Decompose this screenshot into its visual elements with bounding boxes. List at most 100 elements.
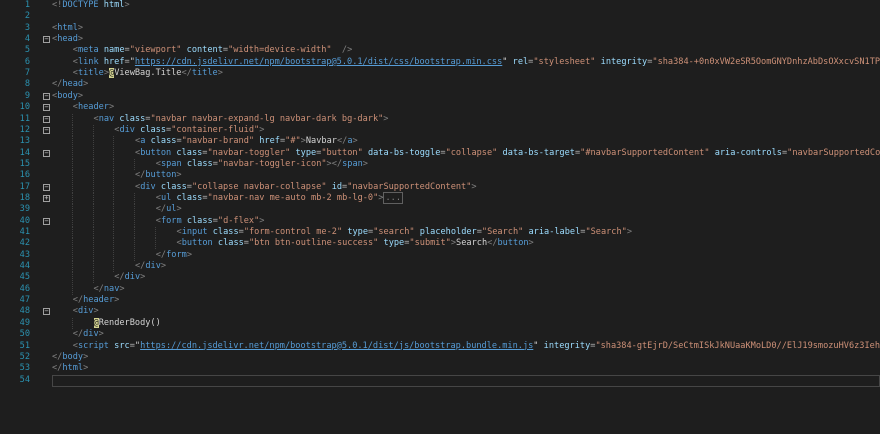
code-line[interactable]: 47 </header>: [0, 295, 880, 306]
line-number: 43: [19, 249, 30, 260]
code-editor[interactable]: 1 <!DOCTYPE html> 2 3 <html> 4− <head> 5 <meta …: [0, 0, 880, 434]
code-text[interactable]: </nav>: [52, 284, 125, 295]
code-text[interactable]: <html>: [52, 23, 83, 34]
collapse-fold-icon[interactable]: −: [43, 92, 50, 100]
code-line[interactable]: 16 </button>: [0, 170, 880, 182]
line-number: 18: [19, 192, 30, 203]
code-text[interactable]: <div>: [52, 306, 99, 317]
collapse-fold-icon[interactable]: −: [43, 126, 50, 134]
code-line[interactable]: 40 − <form class="d-flex">: [0, 215, 880, 227]
collapse-fold-icon[interactable]: −: [43, 104, 50, 112]
code-text[interactable]: </form>: [52, 250, 192, 261]
line-number: 10: [19, 102, 30, 113]
code-text[interactable]: <ul class="navbar-nav me-auto mb-2 mb-lg…: [52, 191, 404, 204]
line-number: 39: [19, 204, 30, 215]
code-line[interactable]: 48 − <div>: [0, 306, 880, 317]
code-line[interactable]: 8 </head>: [0, 79, 880, 90]
code-text[interactable]: <nav class="navbar navbar-expand-lg navb…: [52, 114, 389, 125]
code-line[interactable]: 6 <link href="https://cdn.jsdelivr.net/n…: [0, 57, 880, 68]
code-line[interactable]: 5 <meta name="viewport" content="width=d…: [0, 45, 880, 56]
code-text[interactable]: @RenderBody(): [52, 317, 161, 329]
line-number: 40: [19, 215, 30, 226]
collapse-fold-icon[interactable]: −: [43, 36, 50, 44]
code-line[interactable]: 10 − <header>: [0, 102, 880, 113]
code-line[interactable]: 50 </div>: [0, 329, 880, 340]
code-line[interactable]: 39 </ul>: [0, 204, 880, 216]
code-text[interactable]: <!DOCTYPE html>: [52, 0, 130, 11]
code-line[interactable]: 43 </form>: [0, 249, 880, 261]
line-number: 46: [19, 283, 30, 294]
code-text[interactable]: </ul>: [52, 204, 182, 215]
current-line-highlight: [52, 374, 880, 387]
code-line[interactable]: 18 + <ul class="navbar-nav me-auto mb-2 m…: [0, 191, 880, 204]
code-line[interactable]: 41 <input class="form-control me-2" type…: [0, 227, 880, 238]
code-text[interactable]: </body>: [52, 352, 88, 363]
code-text[interactable]: <div class="container-fluid">: [52, 125, 264, 136]
code-line[interactable]: 12 − <div class="container-fluid">: [0, 124, 880, 136]
code-line[interactable]: 4 − <head>: [0, 34, 880, 45]
line-number: 44: [19, 261, 30, 272]
code-line[interactable]: 54: [0, 374, 880, 387]
code-text[interactable]: <meta name="viewport" content="width=dev…: [52, 45, 353, 56]
collapse-fold-icon[interactable]: −: [43, 183, 50, 191]
code-text[interactable]: <span class="navbar-toggler-icon"></span…: [52, 159, 368, 170]
line-number: 17: [19, 181, 30, 192]
code-line[interactable]: 52 </body>: [0, 352, 880, 363]
code-text[interactable]: </div>: [52, 329, 104, 340]
code-line[interactable]: 1 <!DOCTYPE html>: [0, 0, 880, 11]
line-number: 13: [19, 136, 30, 147]
code-line[interactable]: 53 </html>: [0, 363, 880, 374]
code-line[interactable]: 2: [0, 11, 880, 22]
code-text[interactable]: <input class="form-control me-2" type="s…: [52, 227, 633, 238]
line-number: 8: [24, 79, 30, 90]
code-text[interactable]: <script src="https://cdn.jsdelivr.net/np…: [52, 341, 880, 352]
line-number: 41: [19, 227, 30, 237]
line-number: 2: [24, 11, 30, 22]
code-text[interactable]: </header>: [52, 295, 120, 306]
collapse-fold-icon[interactable]: −: [43, 308, 50, 316]
code-line[interactable]: 3 <html>: [0, 23, 880, 34]
code-text[interactable]: <div class="collapse navbar-collapse" id…: [52, 182, 477, 193]
code-line[interactable]: 17 − <div class="collapse navbar-collapse…: [0, 181, 880, 193]
line-number: 50: [19, 329, 30, 340]
code-text[interactable]: <button class="navbar-toggler" type="but…: [52, 148, 880, 159]
line-number: 4: [24, 34, 30, 45]
code-text[interactable]: <button class="btn btn-outline-success" …: [52, 238, 534, 249]
code-line[interactable]: 49 @RenderBody(): [0, 317, 880, 329]
code-text[interactable]: <body>: [52, 91, 83, 102]
line-number: 11: [19, 113, 30, 124]
line-number: 5: [24, 45, 30, 56]
code-text[interactable]: <form class="d-flex">: [52, 216, 265, 227]
line-number: 52: [19, 351, 30, 362]
code-line[interactable]: 46 </nav>: [0, 283, 880, 295]
line-number: 54: [19, 374, 30, 385]
code-line[interactable]: 11 − <nav class="navbar navbar-expand-lg …: [0, 113, 880, 125]
code-text[interactable]: <head>: [52, 34, 83, 45]
code-line[interactable]: 7 <title>@ViewBag.Title</title>: [0, 68, 880, 79]
code-text[interactable]: </html>: [52, 363, 88, 374]
code-line[interactable]: 14 − <button class="navbar-toggler" type=…: [0, 147, 880, 159]
line-number: 45: [19, 272, 30, 283]
code-line[interactable]: 51 <script src="https://cdn.jsdelivr.net…: [0, 341, 880, 352]
code-text[interactable]: </div>: [52, 261, 166, 272]
code-text[interactable]: </button>: [52, 170, 182, 181]
code-line[interactable]: 15 <span class="navbar-toggler-icon"></s…: [0, 158, 880, 170]
code-text[interactable]: <header>: [52, 102, 114, 113]
line-number: 12: [19, 124, 30, 135]
collapse-fold-icon[interactable]: −: [43, 149, 50, 157]
code-line[interactable]: 45 </div>: [0, 272, 880, 284]
code-line[interactable]: 13 <a class="navbar-brand" href="#">Navb…: [0, 136, 880, 148]
code-text[interactable]: <a class="navbar-brand" href="#">Navbar<…: [52, 136, 358, 147]
collapse-fold-icon[interactable]: −: [43, 217, 50, 225]
code-text[interactable]: <title>@ViewBag.Title</title>: [52, 68, 223, 79]
code-text[interactable]: <link href="https://cdn.jsdelivr.net/npm…: [52, 57, 880, 68]
code-text[interactable]: </head>: [52, 79, 88, 90]
code-line[interactable]: 9 − <body>: [0, 91, 880, 102]
code-line[interactable]: 42 <button class="btn btn-outline-succes…: [0, 238, 880, 250]
collapse-fold-icon[interactable]: −: [43, 115, 50, 123]
code-text[interactable]: </div>: [52, 272, 145, 283]
line-number: 15: [19, 158, 30, 169]
code-line[interactable]: 44 </div>: [0, 261, 880, 273]
expand-fold-icon[interactable]: +: [43, 194, 50, 202]
line-number: 16: [19, 170, 30, 181]
